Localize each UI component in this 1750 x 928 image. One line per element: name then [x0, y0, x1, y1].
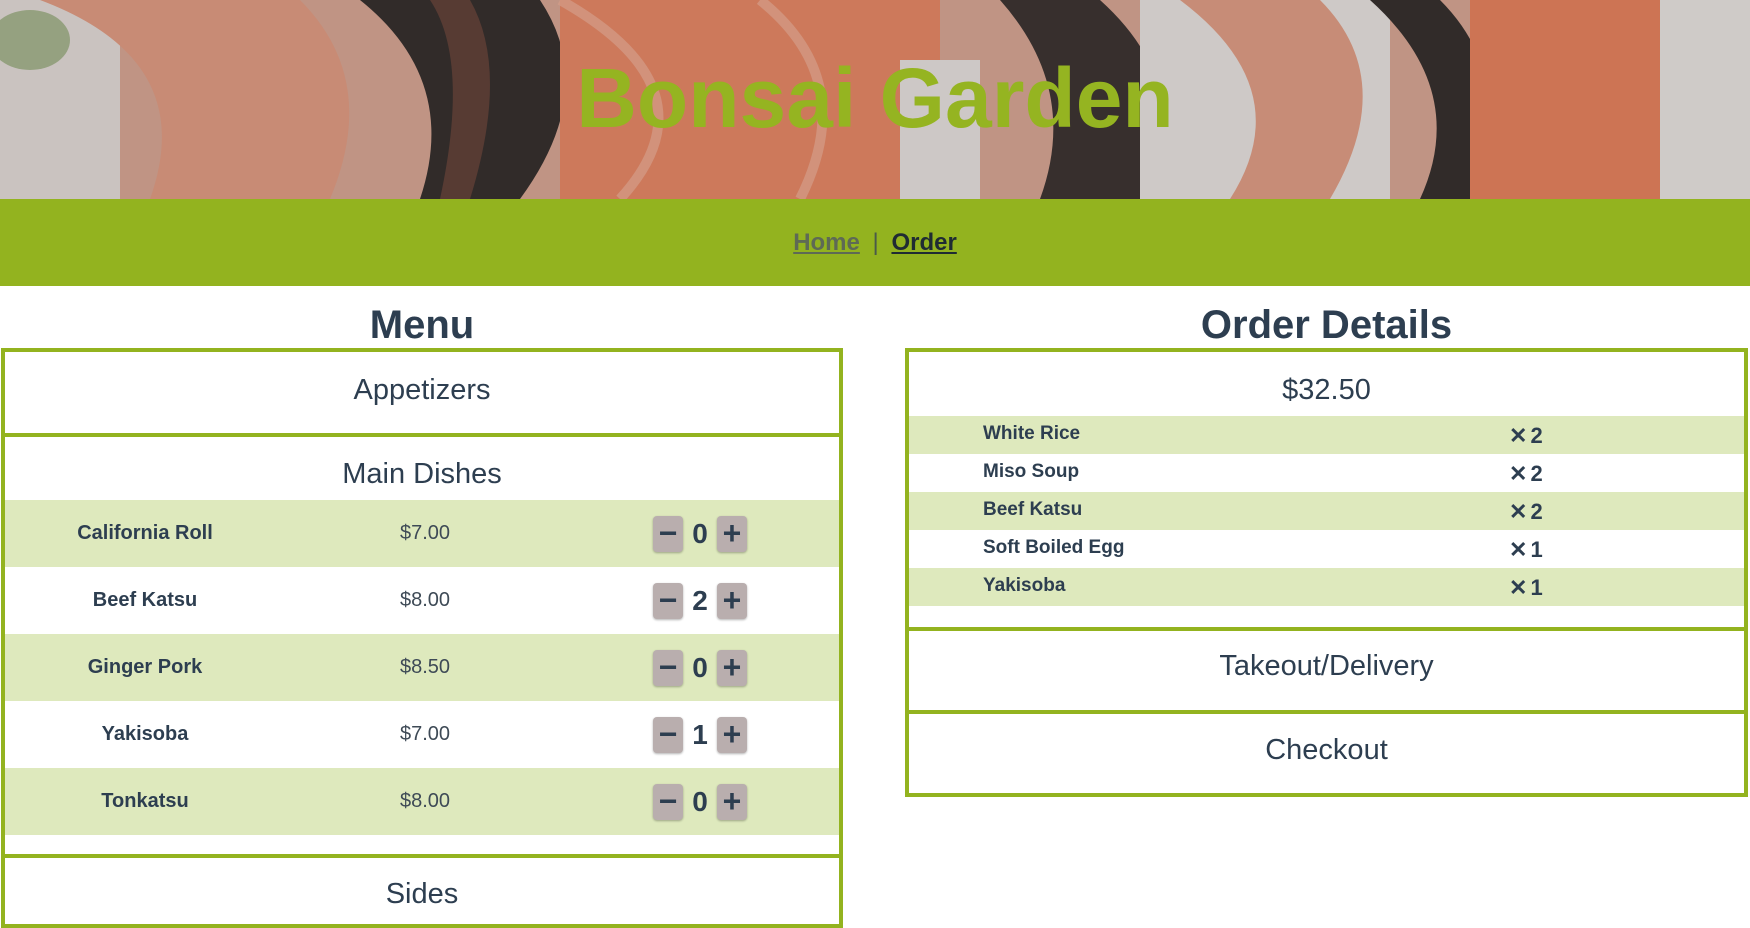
nav-bar: Home | Order: [0, 199, 1750, 286]
nav-order-link[interactable]: Order: [891, 229, 956, 256]
increase-button[interactable]: +: [717, 784, 747, 820]
section-divider: [1, 854, 843, 858]
times-icon: ✕: [1509, 499, 1528, 524]
order-item-name: Yakisoba: [983, 575, 1066, 596]
section-divider: [905, 627, 1748, 631]
section-divider: [905, 710, 1748, 714]
item-price: $8.00: [399, 790, 451, 812]
quantity-value: 2: [692, 585, 708, 616]
decrease-button[interactable]: −: [653, 650, 683, 686]
menu-row: Tonkatsu $8.00 − 0 +: [5, 768, 839, 835]
nav-separator: |: [872, 229, 879, 256]
order-item-qty: ✕ 2: [1509, 461, 1543, 486]
order-item-row: Miso Soup ✕ 2: [909, 454, 1744, 492]
item-price: $7.00: [399, 723, 451, 745]
item-price: $8.50: [399, 656, 451, 678]
increase-button[interactable]: +: [717, 717, 747, 753]
item-name: Yakisoba: [101, 723, 189, 745]
section-appetizers[interactable]: Appetizers: [5, 372, 839, 408]
order-item-row: Beef Katsu ✕ 2: [909, 492, 1744, 530]
order-panel: $32.50 White Rice ✕ 2 Miso Soup ✕ 2 Beef K…: [905, 348, 1748, 797]
increase-button[interactable]: +: [717, 650, 747, 686]
quantity-stepper: − 0 +: [653, 516, 753, 552]
increase-button[interactable]: +: [717, 516, 747, 552]
menu-row: Ginger Pork $8.50 − 0 +: [5, 634, 839, 701]
times-icon: ✕: [1509, 537, 1528, 562]
hero-banner: Bonsai Garden: [0, 0, 1750, 199]
quantity-value: 1: [692, 719, 708, 750]
decrease-button[interactable]: −: [653, 583, 683, 619]
quantity-value: 0: [692, 518, 708, 549]
item-name: Tonkatsu: [101, 790, 189, 812]
quantity-stepper: − 0 +: [653, 784, 753, 820]
site-title: Bonsai Garden: [576, 51, 1174, 145]
order-item-qty: ✕ 1: [1509, 575, 1543, 600]
order-details-title: Order Details: [1200, 303, 1453, 347]
section-sides[interactable]: Sides: [5, 876, 839, 912]
order-total: $32.50: [1282, 374, 1371, 406]
menu-title: Menu: [369, 303, 475, 347]
item-price: $7.00: [399, 522, 451, 544]
nav-home-link[interactable]: Home: [793, 229, 860, 256]
order-item-name: White Rice: [983, 423, 1081, 444]
nav-links: Home | Order: [0, 229, 1750, 257]
quantity-value: 0: [692, 652, 708, 683]
section-main-dishes[interactable]: Main Dishes: [5, 456, 839, 492]
decrease-button[interactable]: −: [653, 516, 683, 552]
order-item-name: Beef Katsu: [983, 499, 1083, 520]
order-item-qty: ✕ 1: [1509, 537, 1543, 562]
item-name: Ginger Pork: [87, 656, 203, 678]
order-item-name: Miso Soup: [983, 461, 1080, 482]
menu-row: California Roll $7.00 − 0 +: [5, 500, 839, 567]
quantity-stepper: − 0 +: [653, 650, 753, 686]
decrease-button[interactable]: −: [653, 717, 683, 753]
checkout-section[interactable]: Checkout: [909, 732, 1744, 768]
item-name: Beef Katsu: [92, 589, 198, 611]
order-item-row: Yakisoba ✕ 1: [909, 568, 1744, 606]
quantity-value: 0: [692, 786, 708, 817]
menu-row: Beef Katsu $8.00 − 2 +: [5, 567, 839, 634]
increase-button[interactable]: +: [717, 583, 747, 619]
item-name: California Roll: [77, 522, 213, 544]
quantity-stepper: − 2 +: [653, 583, 753, 619]
menu-panel: Appetizers Main Dishes California Roll $…: [1, 348, 843, 928]
item-price: $8.00: [399, 589, 451, 611]
takeout-delivery-section[interactable]: Takeout/Delivery: [909, 648, 1744, 684]
times-icon: ✕: [1509, 575, 1528, 600]
order-item-qty: ✕ 2: [1509, 423, 1543, 448]
order-item-row: White Rice ✕ 2: [909, 416, 1744, 454]
order-item-row: Soft Boiled Egg ✕ 1: [909, 530, 1744, 568]
order-item-qty: ✕ 2: [1509, 499, 1543, 524]
times-icon: ✕: [1509, 461, 1528, 486]
decrease-button[interactable]: −: [653, 784, 683, 820]
quantity-stepper: − 1 +: [653, 717, 753, 753]
menu-row: Yakisoba $7.00 − 1 +: [5, 701, 839, 768]
order-item-name: Soft Boiled Egg: [983, 537, 1125, 558]
times-icon: ✕: [1509, 423, 1528, 448]
section-divider: [1, 433, 843, 437]
